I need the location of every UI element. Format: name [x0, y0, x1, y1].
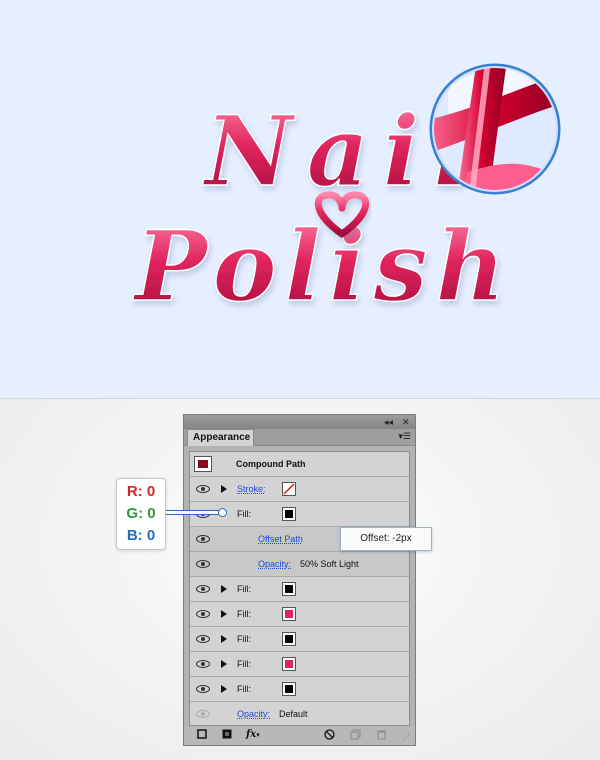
expand-triangle-icon[interactable]: [221, 660, 227, 668]
resize-grip-icon[interactable]: ⋰: [402, 732, 410, 744]
headline-line-2: Polish: [132, 210, 513, 323]
fill-row[interactable]: Fill:: [190, 677, 409, 702]
object-thumbnail: [194, 456, 212, 472]
nail-polish-artwork: Nail Polish: [0, 0, 600, 398]
fill-label: Fill:: [237, 584, 251, 594]
panel-menu-icon[interactable]: ▾☰: [398, 431, 411, 442]
fill-swatch[interactable]: [282, 607, 296, 621]
fill-row[interactable]: Fill:: [190, 652, 409, 677]
clear-icon[interactable]: [324, 729, 335, 744]
appearance-panel: ◂◂ ✕ Appearance ▾☰ Compound Path Stroke:…: [183, 414, 416, 746]
visibility-eye-icon[interactable]: [196, 560, 210, 568]
visibility-eye-icon[interactable]: [196, 585, 210, 593]
offset-tooltip: Offset: -2px: [340, 527, 432, 551]
expand-triangle-icon[interactable]: [221, 635, 227, 643]
opacity-value: 50% Soft Light: [300, 559, 359, 569]
fill-swatch[interactable]: [282, 657, 296, 671]
stroke-label[interactable]: Stroke:: [237, 484, 266, 494]
offset-path-link[interactable]: Offset Path: [258, 534, 303, 544]
callout-connector: [165, 510, 222, 515]
panel-tab-row: Appearance ▾☰: [184, 429, 415, 446]
stroke-none-swatch[interactable]: [282, 482, 296, 496]
new-fill-icon[interactable]: [222, 729, 232, 743]
duplicate-icon[interactable]: [350, 729, 361, 744]
fill-swatch[interactable]: [282, 582, 296, 596]
expand-triangle-icon[interactable]: [221, 485, 227, 493]
fill-label: Fill:: [237, 609, 251, 619]
object-name: Compound Path: [236, 459, 306, 469]
expand-triangle-icon[interactable]: [221, 585, 227, 593]
visibility-eye-icon[interactable]: [196, 535, 210, 543]
visibility-eye-icon[interactable]: [196, 610, 210, 618]
fx-icon[interactable]: fx▾: [246, 729, 260, 741]
visibility-eye-icon[interactable]: [196, 485, 210, 493]
fill-label: Fill:: [237, 684, 251, 694]
opacity-link[interactable]: Opacity:: [258, 559, 291, 569]
fill-row[interactable]: Fill:: [190, 602, 409, 627]
panel-bottom-bar: fx▾ ⋰: [184, 726, 415, 745]
visibility-eye-icon[interactable]: [196, 660, 210, 668]
appearance-list: Compound Path Stroke: Fill: Offset Path …: [189, 451, 410, 726]
visibility-eye-icon[interactable]: [196, 685, 210, 693]
panel-titlebar[interactable]: ◂◂ ✕: [184, 415, 415, 429]
fill-opacity-row[interactable]: Opacity: 50% Soft Light: [190, 552, 409, 577]
object-row[interactable]: Compound Path: [190, 452, 409, 477]
visibility-eye-icon[interactable]: [196, 710, 210, 718]
fill-swatch[interactable]: [282, 507, 296, 521]
fill-swatch[interactable]: [282, 682, 296, 696]
rgb-blue-value: B: 0: [126, 527, 156, 544]
collapse-icon[interactable]: ◂◂: [384, 416, 393, 428]
rgb-green-value: G: 0: [126, 505, 156, 522]
fill-label: Fill:: [237, 509, 251, 519]
fill-label: Fill:: [237, 659, 251, 669]
zoom-magnifier: [428, 62, 562, 196]
stroke-row[interactable]: Stroke:: [190, 477, 409, 502]
visibility-eye-icon[interactable]: [196, 635, 210, 643]
object-opacity-row[interactable]: Opacity: Default: [190, 702, 409, 727]
close-icon[interactable]: ✕: [402, 416, 410, 428]
fill-row[interactable]: Fill:: [190, 577, 409, 602]
callout-dot: [218, 508, 227, 517]
opacity-value: Default: [279, 709, 308, 719]
opacity-link[interactable]: Opacity:: [237, 709, 270, 719]
expand-triangle-icon[interactable]: [221, 610, 227, 618]
tab-appearance[interactable]: Appearance: [187, 429, 254, 446]
new-stroke-icon[interactable]: [197, 729, 207, 743]
rgb-red-value: R: 0: [126, 483, 156, 500]
fill-swatch[interactable]: [282, 632, 296, 646]
delete-icon[interactable]: [376, 729, 387, 744]
fill-label: Fill:: [237, 634, 251, 644]
rgb-callout: R: 0 G: 0 B: 0: [116, 478, 166, 550]
expand-triangle-icon[interactable]: [221, 685, 227, 693]
fill-row[interactable]: Fill:: [190, 627, 409, 652]
